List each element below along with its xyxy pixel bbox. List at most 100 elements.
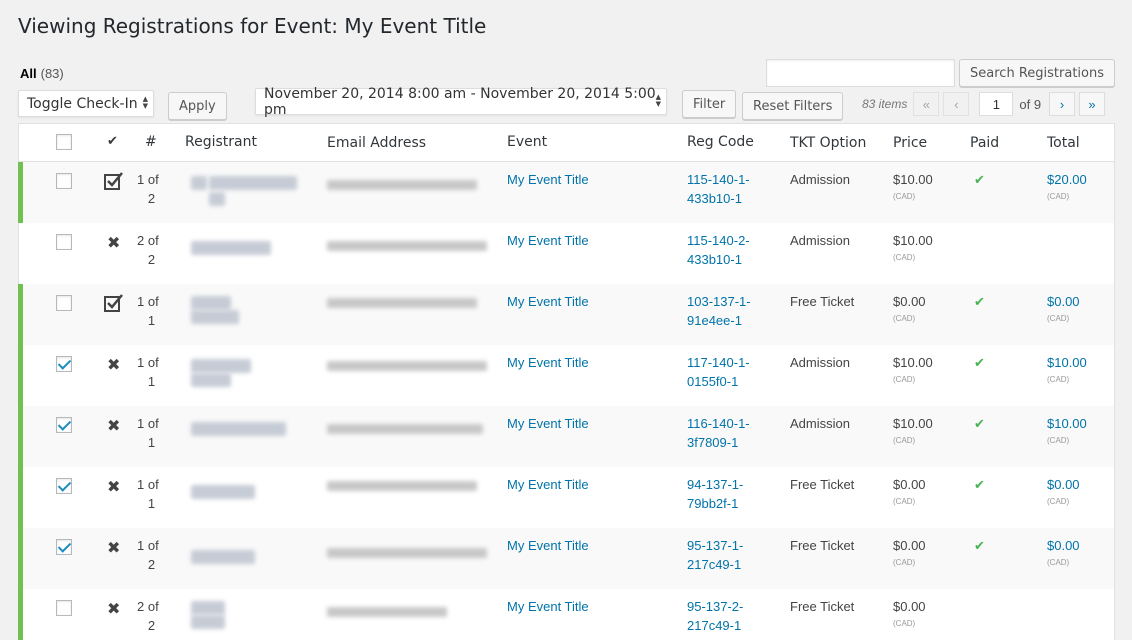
table-row: ✖ 1 of 1 My Event Title 94-137-1- 79bb2f-1 Fr… xyxy=(18,467,1114,528)
search-input[interactable] xyxy=(766,59,956,87)
registration-number: 2 of 2 xyxy=(137,599,159,633)
approved-status-bar xyxy=(18,528,23,589)
not-checked-in-icon[interactable]: ✖ xyxy=(107,477,120,497)
row-checkbox[interactable] xyxy=(56,539,72,555)
row-checkbox[interactable] xyxy=(56,600,72,616)
reg-code-link[interactable]: 94-137-1- 79bb2f-1 xyxy=(687,475,743,513)
row-checkbox[interactable] xyxy=(56,295,72,311)
column-reg-code[interactable]: Reg Code xyxy=(687,134,754,150)
price: $0.00 (CAD) xyxy=(893,599,926,628)
registrant-name-redacted[interactable] xyxy=(191,176,207,190)
select-arrows-icon: ▲ ▼ xyxy=(142,95,148,110)
apply-button[interactable]: Apply xyxy=(168,92,227,120)
reg-code-link[interactable]: 95-137-1- 217c49-1 xyxy=(687,536,743,574)
price: $0.00 (CAD) xyxy=(893,538,926,567)
ticket-option: Admission xyxy=(790,416,850,431)
total-link[interactable]: $10.00 (CAD) xyxy=(1047,353,1087,386)
checked-in-icon[interactable] xyxy=(104,294,124,312)
reg-code-link[interactable]: 117-140-1- 0155f0-1 xyxy=(687,353,750,391)
registrant-name-redacted[interactable] xyxy=(191,615,225,629)
reset-filters-button[interactable]: Reset Filters xyxy=(742,92,844,120)
page-title: Viewing Registrations for Event: My Even… xyxy=(18,14,487,38)
next-page-button[interactable]: › xyxy=(1049,92,1076,116)
column-registrant[interactable]: Registrant xyxy=(185,134,257,150)
row-checkbox[interactable] xyxy=(56,173,72,189)
not-checked-in-icon[interactable]: ✖ xyxy=(107,233,120,253)
approved-status-bar xyxy=(18,162,23,223)
registrant-name-redacted[interactable] xyxy=(209,176,297,190)
reg-code-link[interactable]: 103-137-1- 91e4ee-1 xyxy=(687,292,751,330)
column-email[interactable]: Email Address xyxy=(327,135,426,151)
paid-check-icon: ✔ xyxy=(974,477,985,492)
not-checked-in-icon[interactable]: ✖ xyxy=(107,599,120,619)
total-link[interactable]: $0.00 (CAD) xyxy=(1047,475,1080,508)
reg-code-link[interactable]: 116-140-1- 3f7809-1 xyxy=(687,414,750,452)
registrant-name-redacted[interactable] xyxy=(191,485,255,499)
bulk-action-select[interactable]: Toggle Check-In ▲ ▼ xyxy=(18,90,154,117)
registrant-name-redacted[interactable] xyxy=(191,601,225,615)
row-checkbox[interactable] xyxy=(56,478,72,494)
table-row: ✖ 1 of 2 My Event Title 95-137-1- 217c49-1 Fr… xyxy=(18,528,1114,589)
registrant-name-redacted[interactable] xyxy=(191,310,239,324)
not-checked-in-icon[interactable]: ✖ xyxy=(107,355,120,375)
registrant-name-redacted[interactable] xyxy=(191,373,231,387)
email-redacted xyxy=(327,298,477,308)
event-link[interactable]: My Event Title xyxy=(507,536,589,555)
row-checkbox[interactable] xyxy=(56,417,72,433)
table-row: ✖ 2 of 2 My Event Title 95-137-2- 217c49-1 Fr… xyxy=(18,589,1114,640)
filter-button[interactable]: Filter xyxy=(682,90,737,118)
registrant-name-redacted[interactable] xyxy=(191,296,231,310)
reg-code-link[interactable]: 95-137-2- 217c49-1 xyxy=(687,597,743,635)
column-paid: Paid xyxy=(970,135,1000,151)
column-price: Price xyxy=(893,135,928,151)
row-checkbox[interactable] xyxy=(56,234,72,250)
ticket-option: Admission xyxy=(790,355,850,370)
view-filter-all[interactable]: All (83) xyxy=(20,66,64,81)
total-link[interactable]: $10.00 (CAD) xyxy=(1047,414,1087,447)
total-link[interactable]: $20.00 (CAD) xyxy=(1047,170,1087,203)
registrant-name-redacted[interactable] xyxy=(209,192,225,206)
registration-number: 1 of 2 xyxy=(137,172,159,206)
last-page-button[interactable]: » xyxy=(1079,92,1106,116)
price: $10.00 (CAD) xyxy=(893,233,933,262)
registrant-name-redacted[interactable] xyxy=(191,241,271,255)
table-row: 1 of 2 My Event Title 115-140-1- 433b10-1 Ad… xyxy=(18,162,1114,223)
event-link[interactable]: My Event Title xyxy=(507,475,589,494)
prev-page-button[interactable]: ‹ xyxy=(943,92,970,116)
reg-code-link[interactable]: 115-140-2- 433b10-1 xyxy=(687,231,750,269)
ticket-option: Free Ticket xyxy=(790,294,855,309)
search-registrations-button[interactable]: Search Registrations xyxy=(959,59,1115,87)
not-checked-in-icon[interactable]: ✖ xyxy=(107,538,120,558)
datetime-select[interactable]: November 20, 2014 8:00 am - November 20,… xyxy=(255,86,667,118)
registrant-name-redacted[interactable] xyxy=(191,422,286,436)
not-checked-in-icon[interactable]: ✖ xyxy=(107,416,120,436)
event-link[interactable]: My Event Title xyxy=(507,597,589,616)
approved-status-bar xyxy=(18,467,23,528)
current-page-input[interactable]: 1 xyxy=(979,92,1014,116)
total-link[interactable]: $0.00 (CAD) xyxy=(1047,292,1080,325)
column-event[interactable]: Event xyxy=(507,134,547,150)
reg-code-link[interactable]: 115-140-1- 433b10-1 xyxy=(687,170,750,208)
view-all-label[interactable]: All xyxy=(20,66,37,81)
event-link[interactable]: My Event Title xyxy=(507,231,589,250)
paid-check-icon: ✔ xyxy=(974,294,985,309)
registrant-name-redacted[interactable] xyxy=(191,359,251,373)
select-all-checkbox[interactable] xyxy=(56,134,72,150)
event-link[interactable]: My Event Title xyxy=(507,292,589,311)
event-link[interactable]: My Event Title xyxy=(507,414,589,433)
first-page-button[interactable]: « xyxy=(913,92,940,116)
column-number: # xyxy=(145,134,157,150)
price: $0.00 (CAD) xyxy=(893,294,926,323)
registration-number: 1 of 1 xyxy=(137,355,159,389)
row-checkbox[interactable] xyxy=(56,356,72,372)
event-link[interactable]: My Event Title xyxy=(507,353,589,372)
column-tkt-option: TKT Option xyxy=(790,135,867,151)
paid-check-icon: ✔ xyxy=(974,538,985,553)
table-header: ✔ # Registrant Email Address Event Reg C… xyxy=(19,124,1114,162)
checked-in-icon[interactable] xyxy=(104,172,124,190)
search-box: Search Registrations xyxy=(766,59,1115,87)
ticket-option: Admission xyxy=(790,172,850,187)
registrant-name-redacted[interactable] xyxy=(191,550,255,564)
event-link[interactable]: My Event Title xyxy=(507,170,589,189)
total-link[interactable]: $0.00 (CAD) xyxy=(1047,536,1080,569)
